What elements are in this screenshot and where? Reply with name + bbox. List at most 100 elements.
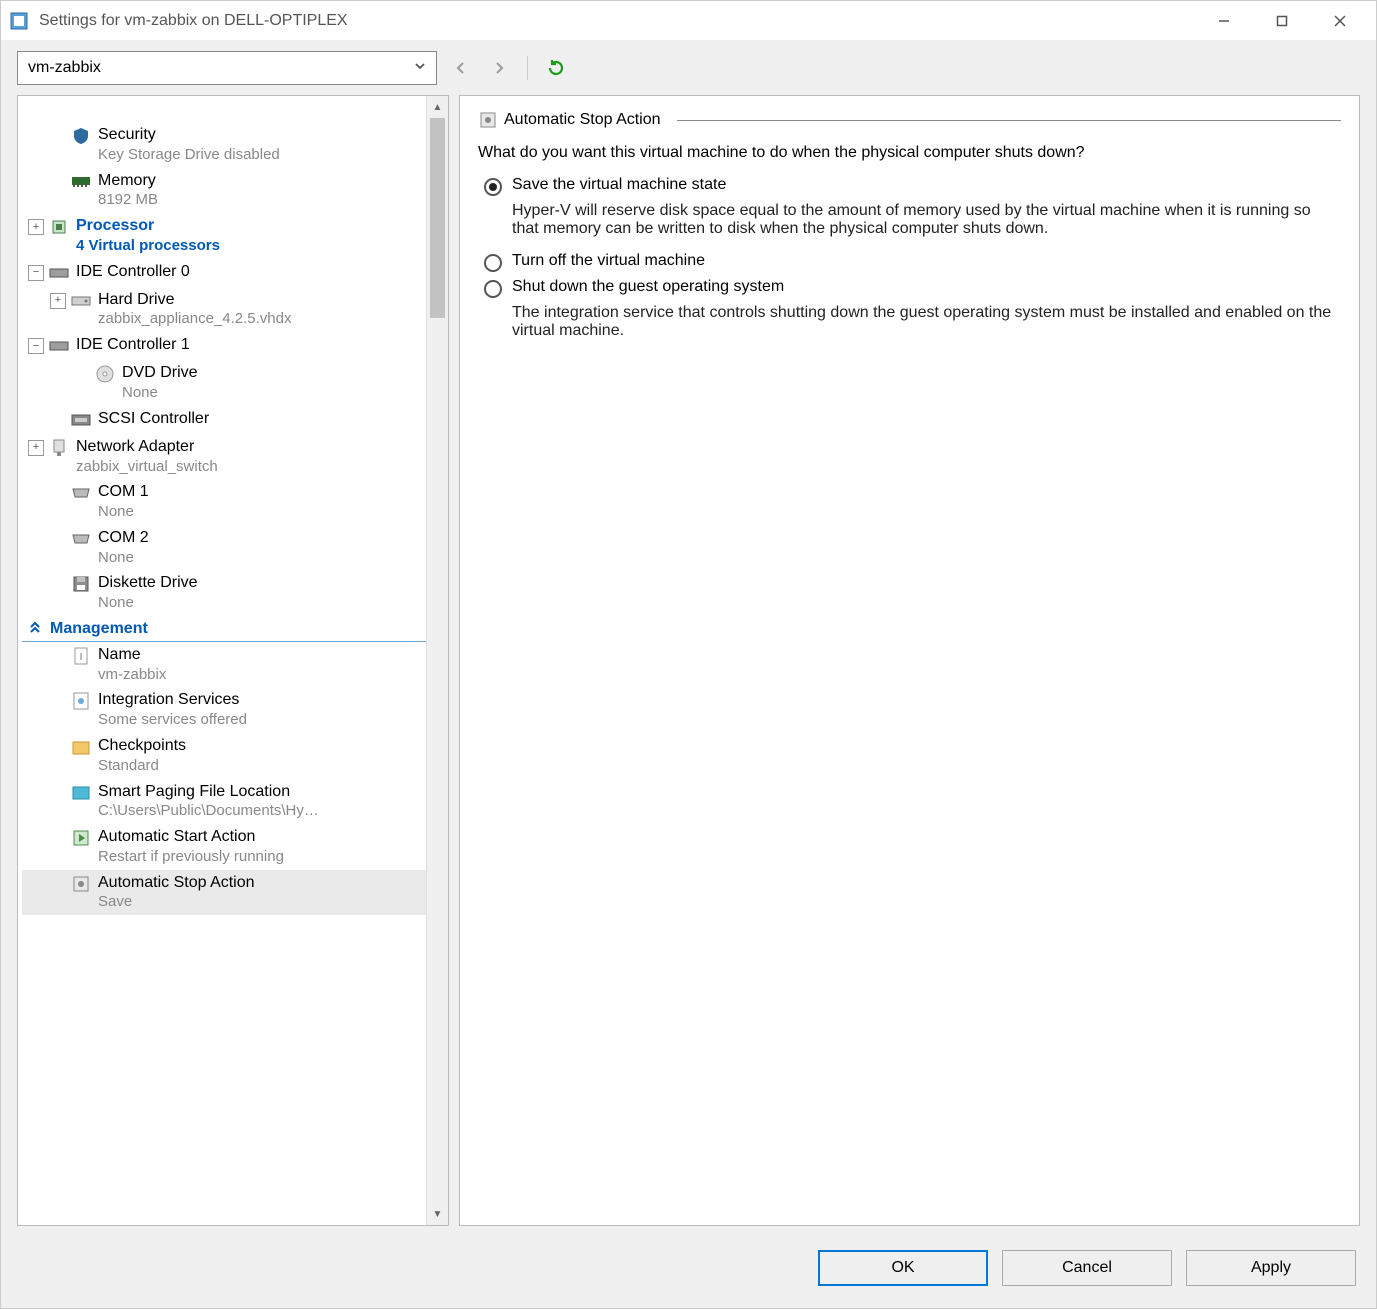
expander-none-icon bbox=[50, 648, 66, 664]
tree-item-dvd-drive[interactable]: DVD Drive None bbox=[22, 360, 426, 406]
tree-item-scsi-controller[interactable]: SCSI Controller bbox=[22, 406, 426, 434]
tree-item-sublabel: Restart if previously running bbox=[98, 848, 284, 867]
tree-item-com1[interactable]: COM 1 None bbox=[22, 479, 426, 525]
tree-item-sublabel: vm-zabbix bbox=[98, 666, 166, 685]
expander-none-icon bbox=[50, 485, 66, 501]
tree-item-label: Memory bbox=[98, 171, 158, 192]
scroll-thumb[interactable] bbox=[430, 118, 445, 318]
radio-label: Save the virtual machine state bbox=[512, 176, 726, 194]
tree-item-name[interactable]: I Name vm-zabbix bbox=[22, 642, 426, 688]
tree-item-diskette-drive[interactable]: Diskette Drive None bbox=[22, 570, 426, 616]
tree-item-label: Hard Drive bbox=[98, 290, 291, 311]
radio-option-shut-down-guest[interactable]: Shut down the guest operating system bbox=[484, 278, 1341, 298]
hard-drive-icon bbox=[70, 290, 92, 312]
tree-item-label: Network Adapter bbox=[76, 437, 218, 458]
expander-none-icon bbox=[50, 739, 66, 755]
tree-scrollbar[interactable]: ▲ ▼ bbox=[426, 96, 448, 1225]
toolbar: vm-zabbix bbox=[1, 41, 1376, 95]
autostart-icon bbox=[70, 827, 92, 849]
expander-expand-icon[interactable]: + bbox=[50, 293, 66, 309]
tree-item-sublabel: 8192 MB bbox=[98, 191, 158, 210]
tree-item-automatic-stop-action[interactable]: Automatic Stop Action Save bbox=[22, 870, 426, 916]
shield-icon bbox=[70, 125, 92, 147]
radio-option-save-state[interactable]: Save the virtual machine state bbox=[484, 176, 1341, 196]
radio-icon[interactable] bbox=[484, 178, 502, 196]
scroll-up-arrow-icon[interactable]: ▲ bbox=[427, 96, 448, 118]
button-label: Apply bbox=[1251, 1259, 1291, 1277]
content-header-label: Automatic Stop Action bbox=[504, 111, 661, 129]
tree-item-clipped bbox=[22, 100, 426, 122]
serial-port-icon bbox=[70, 528, 92, 550]
tree-item-sublabel: Key Storage Drive disabled bbox=[98, 146, 280, 165]
stop-action-radio-group: Save the virtual machine state Hyper-V w… bbox=[478, 176, 1341, 340]
expander-expand-icon[interactable]: + bbox=[28, 219, 44, 235]
memory-icon bbox=[70, 171, 92, 193]
checkpoints-icon bbox=[70, 736, 92, 758]
close-button[interactable] bbox=[1312, 5, 1368, 37]
nav-back-button[interactable] bbox=[447, 54, 475, 82]
scsi-icon bbox=[70, 409, 92, 431]
tree-item-checkpoints[interactable]: Checkpoints Standard bbox=[22, 733, 426, 779]
autostop-icon bbox=[70, 873, 92, 895]
scroll-down-arrow-icon[interactable]: ▼ bbox=[427, 1203, 448, 1225]
network-adapter-icon bbox=[48, 437, 70, 459]
header-rule bbox=[677, 120, 1341, 121]
controller-icon bbox=[48, 335, 70, 357]
tree-item-network-adapter[interactable]: + Network Adapter zabbix_virtual_switch bbox=[22, 434, 426, 480]
button-label: Cancel bbox=[1062, 1259, 1112, 1277]
expander-collapse-icon[interactable]: − bbox=[28, 338, 44, 354]
tree-item-memory[interactable]: Memory 8192 MB bbox=[22, 168, 426, 214]
maximize-button[interactable] bbox=[1254, 5, 1310, 37]
radio-icon[interactable] bbox=[484, 280, 502, 298]
tree-item-sublabel: Some services offered bbox=[98, 711, 247, 730]
ok-button[interactable]: OK bbox=[818, 1250, 988, 1286]
content-header: Automatic Stop Action bbox=[478, 110, 1341, 130]
expander-collapse-icon[interactable]: − bbox=[28, 265, 44, 281]
tree-item-label: Processor bbox=[76, 216, 220, 237]
cancel-button[interactable]: Cancel bbox=[1002, 1250, 1172, 1286]
tree-item-sublabel: Standard bbox=[98, 757, 186, 776]
expander-none-icon bbox=[50, 576, 66, 592]
tree-item-label: Smart Paging File Location bbox=[98, 782, 319, 803]
tree-item-com2[interactable]: COM 2 None bbox=[22, 525, 426, 571]
apply-button[interactable]: Apply bbox=[1186, 1250, 1356, 1286]
vm-selector-value: vm-zabbix bbox=[28, 59, 101, 77]
controller-icon bbox=[48, 262, 70, 284]
tree-item-label: IDE Controller 1 bbox=[76, 335, 190, 356]
tree-item-smart-paging-file-location[interactable]: Smart Paging File Location C:\Users\Publ… bbox=[22, 779, 426, 825]
tree-item-ide-controller-0[interactable]: − IDE Controller 0 bbox=[22, 259, 426, 287]
titlebar: Settings for vm-zabbix on DELL-OPTIPLEX bbox=[1, 1, 1376, 41]
integration-icon bbox=[70, 690, 92, 712]
content-question: What do you want this virtual machine to… bbox=[478, 144, 1341, 162]
tree-item-ide-controller-1[interactable]: − IDE Controller 1 bbox=[22, 332, 426, 360]
tree-item-hard-drive[interactable]: + Hard Drive zabbix_appliance_4.2.5.vhdx bbox=[22, 287, 426, 333]
expander-none-icon bbox=[50, 531, 66, 547]
section-management[interactable]: Management bbox=[22, 616, 426, 642]
expander-expand-icon[interactable]: + bbox=[28, 440, 44, 456]
tree-item-automatic-start-action[interactable]: Automatic Start Action Restart if previo… bbox=[22, 824, 426, 870]
expander-none-icon bbox=[50, 876, 66, 892]
vm-selector-dropdown[interactable]: vm-zabbix bbox=[17, 51, 437, 85]
tree-item-label: Checkpoints bbox=[98, 736, 186, 757]
window-title: Settings for vm-zabbix on DELL-OPTIPLEX bbox=[39, 12, 1196, 30]
radio-desc-shutdown: The integration service that controls sh… bbox=[512, 304, 1341, 340]
tree-item-security[interactable]: Security Key Storage Drive disabled bbox=[22, 122, 426, 168]
smart-paging-icon bbox=[70, 782, 92, 804]
button-label: OK bbox=[891, 1259, 914, 1277]
expander-none-icon bbox=[50, 128, 66, 144]
tree-item-label: Name bbox=[98, 645, 166, 666]
radio-option-turn-off[interactable]: Turn off the virtual machine bbox=[484, 252, 1341, 272]
content-panel: Automatic Stop Action What do you want t… bbox=[459, 95, 1360, 1226]
tree-item-integration-services[interactable]: Integration Services Some services offer… bbox=[22, 687, 426, 733]
refresh-button[interactable] bbox=[542, 54, 570, 82]
settings-tree-panel: Security Key Storage Drive disabled Memo… bbox=[17, 95, 449, 1226]
tree-item-processor[interactable]: + Processor 4 Virtual processors bbox=[22, 213, 426, 259]
tree-item-sublabel: 4 Virtual processors bbox=[76, 237, 220, 256]
autostop-header-icon bbox=[478, 110, 498, 130]
expander-none-icon bbox=[50, 830, 66, 846]
nav-forward-button[interactable] bbox=[485, 54, 513, 82]
radio-icon[interactable] bbox=[484, 254, 502, 272]
radio-desc-save: Hyper-V will reserve disk space equal to… bbox=[512, 202, 1341, 238]
tree-item-label: Automatic Start Action bbox=[98, 827, 284, 848]
minimize-button[interactable] bbox=[1196, 5, 1252, 37]
